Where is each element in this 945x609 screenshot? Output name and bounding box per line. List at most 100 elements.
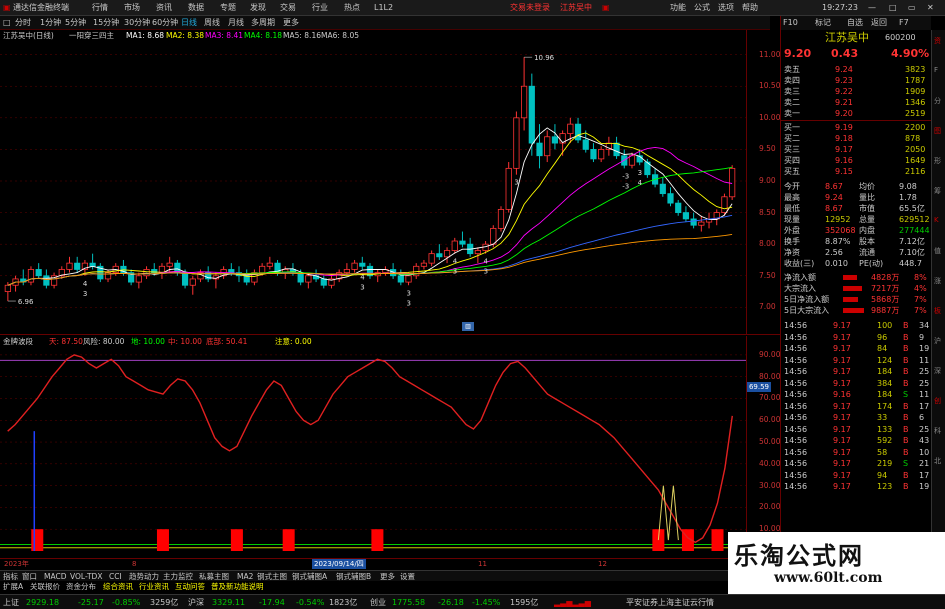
bid-row: 买五 9.15 2116 xyxy=(781,166,931,177)
minimize-icon[interactable]: — xyxy=(868,0,876,16)
candlestick-chart[interactable]: 10.96 6.96 4 3 4 3 3 3 4 3 4 3 3 -3 -3 4 3 xyxy=(0,30,780,335)
candle-body xyxy=(359,262,366,267)
tick-time: 14:56 xyxy=(784,470,808,480)
tick-side: B xyxy=(903,378,909,388)
sidebar-button[interactable]: 科 xyxy=(934,426,941,436)
titlebar-right-item[interactable]: 选项 xyxy=(718,0,734,16)
stat-value: 448.7 xyxy=(899,259,922,268)
tick-row: 14:56 9.17 100 B 34 xyxy=(781,320,931,331)
menu-item[interactable]: 市场 xyxy=(124,0,140,16)
ask-volume: 1787 xyxy=(905,76,926,85)
menu-item[interactable]: 热点 xyxy=(344,0,360,16)
indicator-tick: 50.00 xyxy=(759,437,781,447)
toolbar-item[interactable]: 自选 xyxy=(847,16,863,30)
restore-icon[interactable]: ▭ xyxy=(908,0,916,16)
function-tab[interactable]: 资金分布 xyxy=(66,581,96,592)
stat-value: 352068 xyxy=(825,226,856,235)
menu-item[interactable]: 行业 xyxy=(312,0,328,16)
titlebar-right-item[interactable]: 帮助 xyxy=(742,0,758,16)
cursor-value-badge: 69.59 xyxy=(747,382,771,392)
period-tab[interactable]: 15分钟 xyxy=(93,16,119,30)
maximize-icon[interactable]: □ xyxy=(889,0,897,16)
menu-item[interactable]: 资讯 xyxy=(156,0,172,16)
ask-volume: 2519 xyxy=(905,109,926,118)
sidebar-button[interactable]: 创 xyxy=(934,396,941,406)
tick-time: 14:56 xyxy=(784,413,808,422)
period-tab[interactable]: 5分钟 xyxy=(65,16,86,30)
sidebar-button[interactable]: 值 xyxy=(934,246,941,256)
function-tab[interactable]: 扩展A xyxy=(3,581,23,592)
tick-price: 9.17 xyxy=(833,482,851,491)
titlebar-right-item[interactable]: 功能 xyxy=(670,0,686,16)
menu-item[interactable]: 发现 xyxy=(250,0,266,16)
period-tab[interactable]: 更多 xyxy=(283,16,299,30)
sidebar-button[interactable]: 形 xyxy=(934,156,941,166)
tick-count: 19 xyxy=(919,344,930,353)
sidebar-button[interactable]: 筹 xyxy=(934,186,941,196)
function-tab[interactable]: 综合资讯 xyxy=(103,581,133,592)
index-name: 创业 xyxy=(370,598,386,607)
period-tab[interactable]: 多周期 xyxy=(251,16,275,30)
signal-marker: -3 xyxy=(622,172,629,180)
sidebar-button[interactable]: 北 xyxy=(934,456,941,466)
stat-label: 换手 xyxy=(784,237,800,246)
period-tab[interactable]: 周线 xyxy=(204,16,220,30)
panel-toggle-icon[interactable]: □ xyxy=(3,16,11,30)
period-tab[interactable]: 1分钟 xyxy=(40,16,61,30)
tick-count: 9 xyxy=(919,332,925,342)
sidebar-button[interactable]: 板 xyxy=(934,306,941,316)
tick-volume: 174 xyxy=(877,401,893,411)
price-tick: 8.50 xyxy=(759,207,776,217)
menu-item[interactable]: 数据 xyxy=(188,0,204,16)
menu-item[interactable]: L1L2 xyxy=(374,0,393,16)
sidebar-button[interactable]: F xyxy=(934,66,938,74)
function-tab[interactable]: 行业资讯 xyxy=(139,581,169,592)
candle-body xyxy=(567,123,574,135)
tick-side: B xyxy=(903,424,909,434)
candle-body xyxy=(405,275,412,283)
function-tab[interactable]: 普及新功能说明 xyxy=(211,581,264,592)
close-icon[interactable]: ✕ xyxy=(927,0,934,16)
flow-value: 5868万 xyxy=(871,295,900,304)
indicator-chart[interactable] xyxy=(0,336,780,558)
period-tab[interactable]: 30分钟 xyxy=(124,16,150,30)
ask-label: 卖二 xyxy=(784,98,800,107)
menu-item[interactable]: 交易 xyxy=(280,0,296,16)
cursor-date-badge: 2023/09/14/四 xyxy=(312,559,366,569)
sidebar-button[interactable]: 涨 xyxy=(934,276,941,286)
stat-label: 内盘 xyxy=(859,226,875,235)
sidebar-button[interactable]: 图 xyxy=(934,126,941,136)
date-axis: 2023年 8 2023/09/14/四 11 12 xyxy=(0,558,745,569)
sidebar-button[interactable]: 深 xyxy=(934,366,941,376)
indicator-tick: 60.00 xyxy=(759,415,781,425)
tick-row: 14:56 9.17 84 B 19 xyxy=(781,343,931,354)
function-tab[interactable]: 关联报价 xyxy=(30,581,60,592)
sidebar-button[interactable]: 沪 xyxy=(934,336,941,346)
tick-volume: 123 xyxy=(877,482,893,491)
toolbar-item[interactable]: 返回 xyxy=(871,16,887,30)
toolbar-item[interactable]: F7 xyxy=(899,16,909,30)
stat-row: 最低 8.67 市值 65.5亿 xyxy=(781,203,931,214)
tick-price: 9.17 xyxy=(833,436,851,445)
scroll-marker[interactable]: ▥ xyxy=(462,322,474,331)
period-tab[interactable]: 分时 xyxy=(15,16,31,30)
menu-item[interactable]: 行情 xyxy=(92,0,108,16)
period-tab[interactable]: 月线 xyxy=(228,16,244,30)
titlebar-right-item[interactable]: 公式 xyxy=(694,0,710,16)
tick-time: 14:56 xyxy=(784,390,808,399)
sidebar-button[interactable]: K xyxy=(934,216,939,224)
sidebar-button[interactable]: 分 xyxy=(934,96,941,106)
period-tab[interactable]: 60分钟 xyxy=(152,16,178,30)
sidebar-button[interactable]: 资 xyxy=(934,36,941,46)
ma-line xyxy=(7,127,733,286)
function-tab[interactable]: 互动问答 xyxy=(175,581,205,592)
ask-price: 9.24 xyxy=(835,65,853,74)
ma4-legend: MA4: 8.18 xyxy=(244,31,282,40)
candle-body xyxy=(513,117,520,169)
login-status-text[interactable]: 交易未登录 xyxy=(510,0,550,16)
toolbar-item[interactable]: F10 xyxy=(783,16,798,30)
period-tab-active[interactable]: 日线 xyxy=(181,16,197,30)
menu-item[interactable]: 专题 xyxy=(220,0,236,16)
toolbar-item[interactable]: 标记 xyxy=(815,16,831,30)
tick-count: 43 xyxy=(919,436,930,445)
